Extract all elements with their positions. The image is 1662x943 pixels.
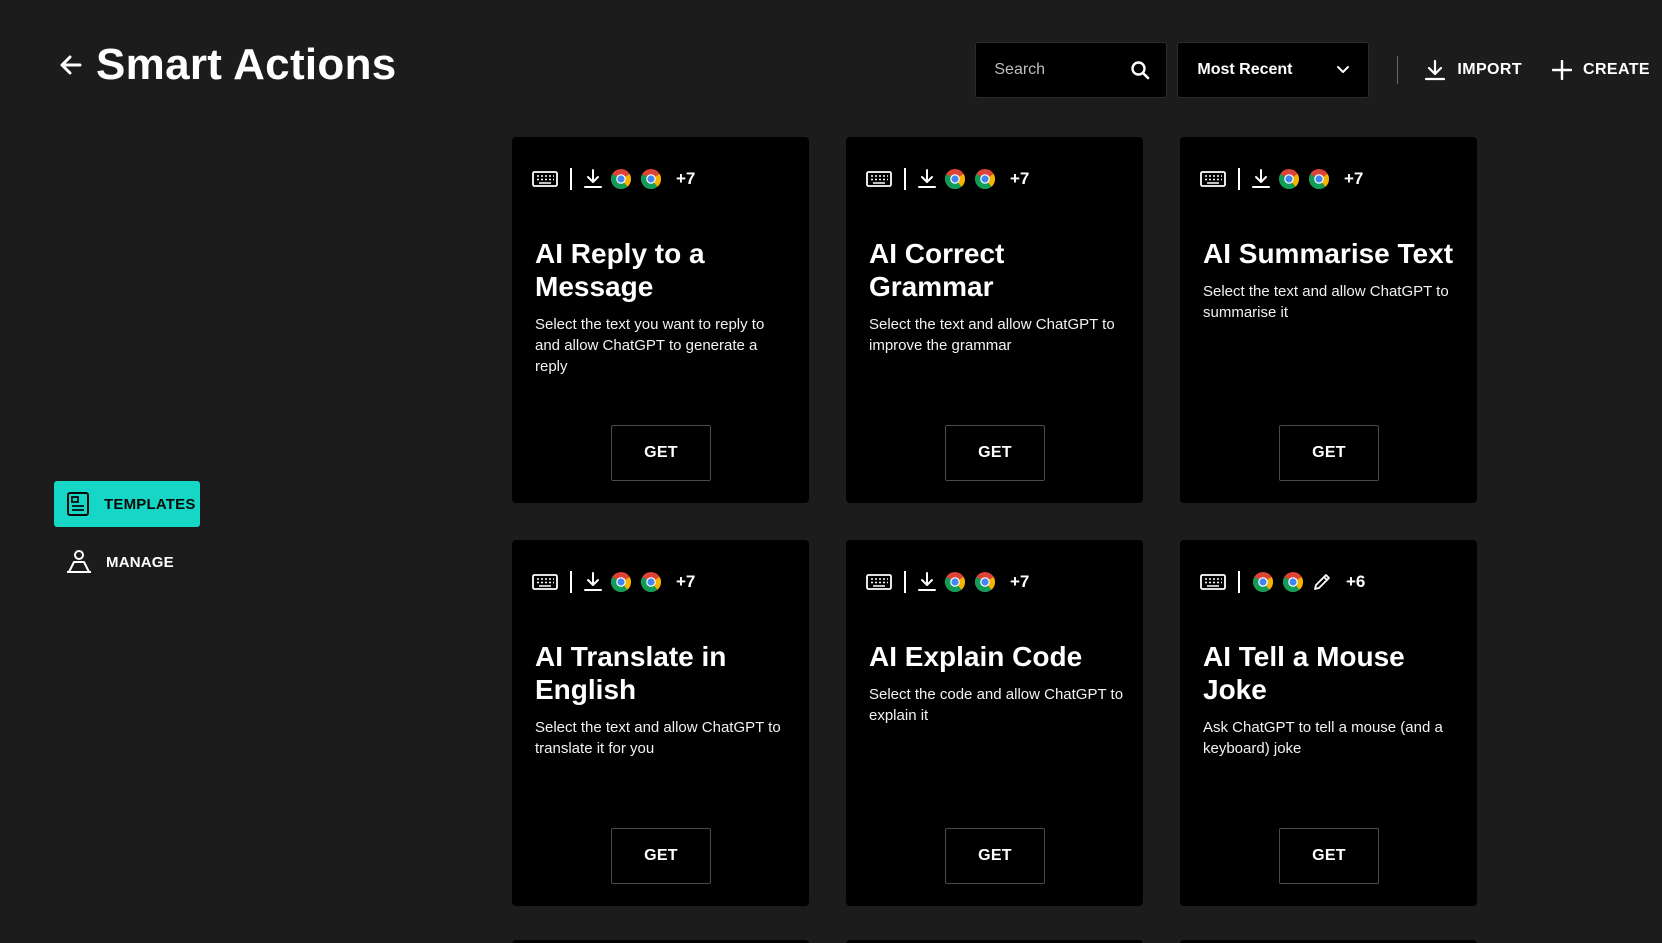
chrome-icon	[610, 571, 632, 593]
card-title: AI Reply to a Message Select the text yo…	[535, 237, 795, 377]
get-button[interactable]: GET	[945, 828, 1045, 884]
keyboard-icon	[1200, 171, 1226, 187]
chrome-icon	[1308, 168, 1330, 190]
chrome-icon	[974, 168, 996, 190]
chrome-icon	[944, 571, 966, 593]
card-title-text: AI Reply to a Message	[535, 238, 705, 302]
template-grid: +7 AI Reply to a Message Select the text…	[512, 137, 1477, 906]
card-app-icons: +6	[1200, 570, 1365, 594]
manage-icon	[66, 549, 92, 575]
more-apps-count: +6	[1346, 572, 1366, 591]
chrome-icon	[1282, 571, 1304, 593]
card-title-text: AI Translate in English	[535, 641, 727, 705]
search-box[interactable]	[975, 42, 1168, 98]
icon-separator	[570, 168, 572, 190]
sidebar-item-label: TEMPLATES	[104, 495, 196, 513]
more-apps-count: +7	[1344, 169, 1364, 188]
more-apps-count: +7	[1010, 572, 1030, 591]
more-apps-count: +7	[1010, 169, 1030, 188]
template-card: +7 AI Correct Grammar Select the text an…	[846, 137, 1143, 503]
chrome-icon	[974, 571, 996, 593]
card-title-text: AI Correct Grammar	[869, 238, 1005, 302]
card-description: Ask ChatGPT to tell a mouse (and a keybo…	[1203, 719, 1443, 757]
card-app-icons: +7	[866, 570, 1029, 594]
get-button[interactable]: GET	[1279, 828, 1379, 884]
keyboard-icon	[866, 171, 892, 187]
template-card: +7 AI Reply to a Message Select the text…	[512, 137, 809, 503]
create-button[interactable]: CREATE	[1552, 60, 1650, 80]
card-app-icons: +7	[866, 167, 1029, 191]
chrome-icon	[944, 168, 966, 190]
sidebar-item-manage[interactable]: MANAGE	[54, 539, 200, 585]
chrome-icon	[1278, 168, 1300, 190]
toolbar: Most Recent IMPORT CREATE	[975, 42, 1650, 98]
create-label: CREATE	[1583, 61, 1650, 78]
import-label: IMPORT	[1457, 61, 1522, 78]
icon-separator	[1238, 571, 1240, 593]
card-description: Select the text you want to reply to and…	[535, 316, 765, 375]
title-row: Smart Actions	[58, 40, 397, 90]
card-title: AI Translate in English Select the text …	[535, 640, 795, 759]
card-description: Select the text and allow ChatGPT to imp…	[869, 316, 1115, 354]
plus-icon	[1552, 60, 1572, 80]
get-button[interactable]: GET	[1279, 425, 1379, 481]
page-title: Smart Actions	[96, 40, 397, 89]
template-card: +7 AI Explain Code Select the code and a…	[846, 540, 1143, 906]
card-title: AI Explain Code Select the code and allo…	[869, 640, 1129, 726]
sidebar-item-templates[interactable]: TEMPLATES	[54, 481, 200, 527]
keyboard-icon	[866, 574, 892, 590]
get-button[interactable]: GET	[611, 425, 711, 481]
download-icon	[584, 169, 602, 189]
keyboard-icon	[532, 574, 558, 590]
card-app-icons: +7	[532, 167, 695, 191]
icon-separator	[904, 571, 906, 593]
card-description: Select the text and allow ChatGPT to tra…	[535, 719, 781, 757]
download-icon	[918, 169, 936, 189]
get-button[interactable]: GET	[945, 425, 1045, 481]
card-app-icons: +7	[532, 570, 695, 594]
chrome-icon	[640, 168, 662, 190]
download-icon	[918, 572, 936, 592]
chrome-icon	[1252, 571, 1274, 593]
smart-actions-page: Smart Actions Most Recent	[0, 0, 1662, 943]
download-icon	[584, 572, 602, 592]
more-apps-count: +7	[676, 572, 696, 591]
card-title-text: AI Explain Code	[869, 641, 1083, 672]
card-description: Select the text and allow ChatGPT to sum…	[1203, 283, 1449, 321]
chevron-down-icon	[1336, 65, 1350, 75]
import-button[interactable]: IMPORT	[1424, 59, 1522, 81]
template-card: +7 AI Translate in English Select the te…	[512, 540, 809, 906]
chrome-icon	[640, 571, 662, 593]
more-apps-count: +7	[676, 169, 696, 188]
search-input[interactable]	[994, 61, 1125, 79]
keyboard-icon	[1200, 574, 1226, 590]
pencil-icon	[1312, 572, 1332, 592]
card-title-text: AI Tell a Mouse Joke	[1203, 641, 1405, 705]
card-title: AI Summarise Text Select the text and al…	[1203, 237, 1463, 323]
search-icon[interactable]	[1130, 60, 1150, 80]
template-card: +6 AI Tell a Mouse Joke Ask ChatGPT to t…	[1180, 540, 1477, 906]
icon-separator	[1238, 168, 1240, 190]
back-arrow-icon[interactable]	[58, 52, 84, 78]
card-description: Select the code and allow ChatGPT to exp…	[869, 686, 1124, 724]
download-icon	[1252, 169, 1270, 189]
sidebar-item-label: MANAGE	[106, 553, 174, 571]
templates-icon	[66, 491, 90, 517]
sidebar-nav: TEMPLATES MANAGE	[54, 481, 200, 585]
card-title-text: AI Summarise Text	[1203, 238, 1454, 269]
import-icon	[1424, 59, 1446, 81]
chrome-icon	[610, 168, 632, 190]
card-title: AI Correct Grammar Select the text and a…	[869, 237, 1129, 356]
template-card: +7 AI Summarise Text Select the text and…	[1180, 137, 1477, 503]
card-title: AI Tell a Mouse Joke Ask ChatGPT to tell…	[1203, 640, 1463, 759]
icon-separator	[570, 571, 572, 593]
card-app-icons: +7	[1200, 167, 1363, 191]
icon-separator	[904, 168, 906, 190]
get-button[interactable]: GET	[611, 828, 711, 884]
sort-selected-value: Most Recent	[1197, 61, 1293, 78]
toolbar-divider	[1397, 56, 1399, 84]
sort-dropdown[interactable]: Most Recent	[1177, 42, 1370, 98]
keyboard-icon	[532, 171, 558, 187]
